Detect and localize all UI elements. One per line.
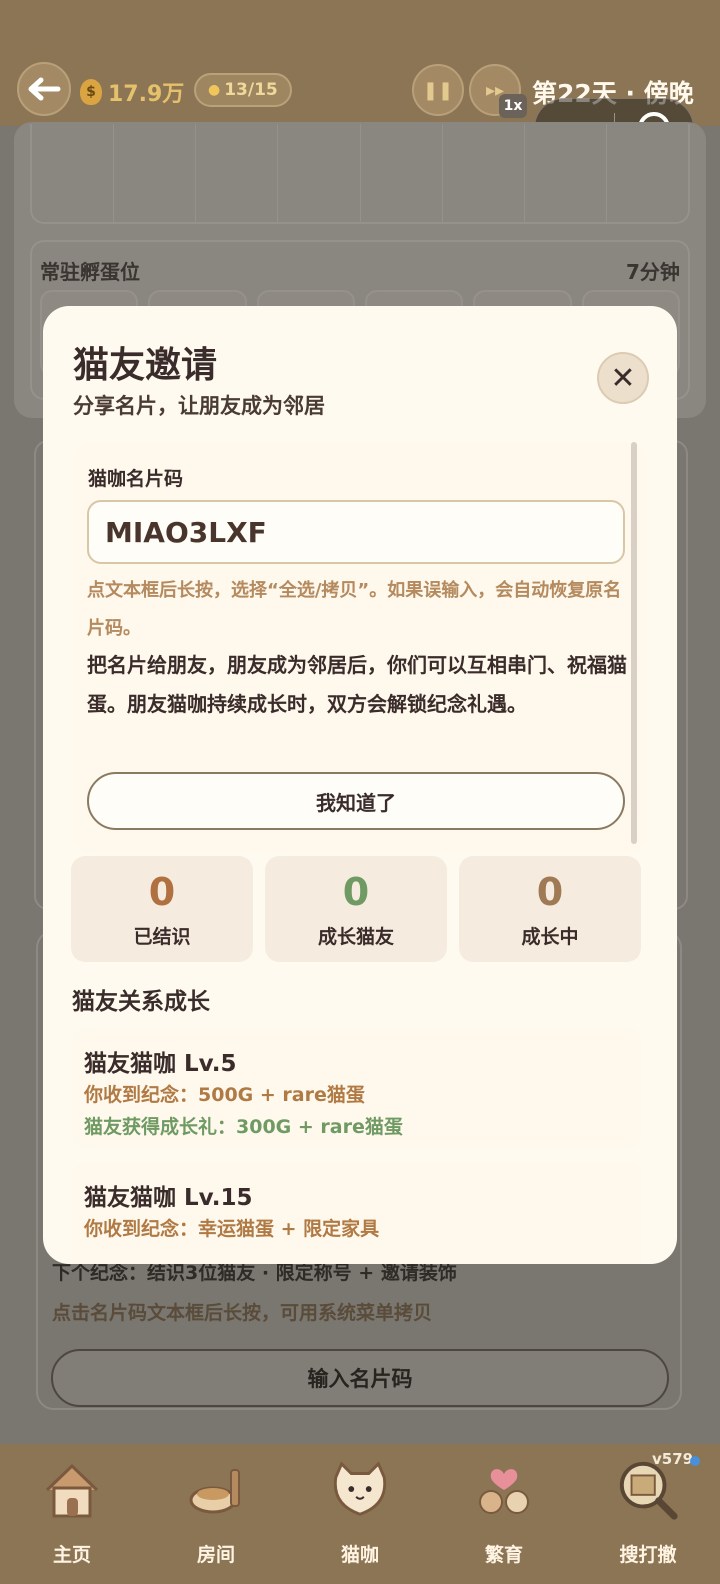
tier-card: 猫友猫咖 Lv.5 你收到纪念：500G + rare猫蛋 猫友获得成长礼：30…	[72, 1028, 642, 1148]
card-code-field[interactable]	[87, 500, 625, 564]
nav-label-room: 房间	[196, 1544, 235, 1566]
stat-in-progress-value: 0	[536, 870, 564, 914]
nav-item-home[interactable]: 主页	[0, 1444, 144, 1584]
speed-badge: 1x	[499, 94, 527, 118]
stat-met-value: 0	[148, 870, 176, 914]
cat-face-icon: ●	[208, 82, 221, 98]
close-icon: ✕	[610, 360, 636, 396]
house-icon	[40, 1458, 104, 1522]
tier-card: 猫友猫咖 Lv.15 你收到纪念：幸运猫蛋 + 限定家具	[72, 1162, 642, 1264]
coin-amount: 17.9万	[108, 82, 185, 107]
tier-receive: 你收到纪念：幸运猫蛋 + 限定家具	[84, 1218, 380, 1240]
close-button[interactable]: ✕	[597, 352, 649, 404]
tier-title: 猫友猫咖 Lv.15	[84, 1185, 253, 1211]
pause-button[interactable]: ❚❚	[412, 64, 464, 116]
tier-title: 猫友猫咖 Lv.5	[84, 1051, 237, 1077]
incubate-time: 7分钟	[626, 260, 680, 284]
arrow-left-icon	[28, 77, 61, 101]
tier-receive: 你收到纪念：500G + rare猫蛋	[84, 1084, 365, 1106]
cat-count-badge[interactable]: ● 13/15	[194, 73, 292, 107]
nav-item-search[interactable]: 搜打撤	[576, 1444, 720, 1584]
input-code-button[interactable]: 输入名片码	[51, 1349, 669, 1407]
got-it-button[interactable]: 我知道了	[87, 772, 625, 830]
nav-item-cat-cafe[interactable]: 猫咖	[288, 1444, 432, 1584]
pause-icon: ❚❚	[422, 79, 454, 101]
update-dot	[690, 1456, 700, 1466]
relationship-section-title: 猫友关系成长	[72, 989, 210, 1015]
coin-balance: $ 17.9万	[80, 76, 184, 108]
version-label: v579	[652, 1450, 694, 1468]
money-bag-icon: $	[80, 79, 102, 105]
cat-cafe-icon	[328, 1458, 392, 1522]
scrollbar[interactable]	[631, 442, 637, 844]
copy-hint: 点文本框后长按，选择“全选/拷贝”。如果误输入，会自动恢复原名片码。	[87, 580, 622, 639]
card-code-label: 猫咖名片码	[88, 468, 184, 490]
cat-count: 13/15	[224, 80, 278, 100]
stat-met: 0 已结识	[71, 856, 253, 962]
nav-item-room[interactable]: 房间	[144, 1444, 288, 1584]
back-button[interactable]	[17, 62, 71, 116]
copy-hint-text: 点击名片码文本框后长按，可用系统菜单拷贝	[52, 1302, 433, 1324]
breeding-icon	[472, 1458, 536, 1522]
stat-in-progress: 0 成长中	[459, 856, 641, 962]
room-grid	[30, 124, 690, 224]
friend-invite-modal: 猫友邀请 分享名片，让朋友成为邻居 ✕ 猫咖名片码 点文本框后长按，选择“全选/…	[43, 306, 677, 1264]
nav-item-breeding[interactable]: 繁育	[432, 1444, 576, 1584]
tier-gain: 猫友获得成长礼：300G + rare猫蛋	[84, 1116, 403, 1138]
modal-subtitle: 分享名片，让朋友成为邻居	[73, 394, 325, 418]
stat-in-progress-label: 成长中	[521, 926, 579, 948]
incubate-title: 常驻孵蛋位	[40, 260, 140, 284]
nav-label-breeding: 繁育	[484, 1544, 523, 1566]
modal-title: 猫友邀请	[73, 345, 218, 386]
nav-label-cat-cafe: 猫咖	[340, 1544, 379, 1566]
room-icon	[184, 1458, 248, 1522]
bottom-nav: 主页 房间 猫咖 繁育 搜打撤	[0, 1444, 720, 1584]
invite-description: 把名片给朋友，朋友成为邻居后，你们可以互相串门、祝福猫蛋。朋友猫咖持续成长时，双…	[87, 653, 627, 716]
stat-met-label: 已结识	[133, 926, 191, 948]
nav-label-search: 搜打撤	[619, 1544, 677, 1566]
stat-growing-friends: 0 成长猫友	[265, 856, 447, 962]
stat-growing-friends-label: 成长猫友	[317, 926, 394, 948]
nav-label-home: 主页	[52, 1544, 91, 1566]
stat-growing-friends-value: 0	[342, 870, 370, 914]
